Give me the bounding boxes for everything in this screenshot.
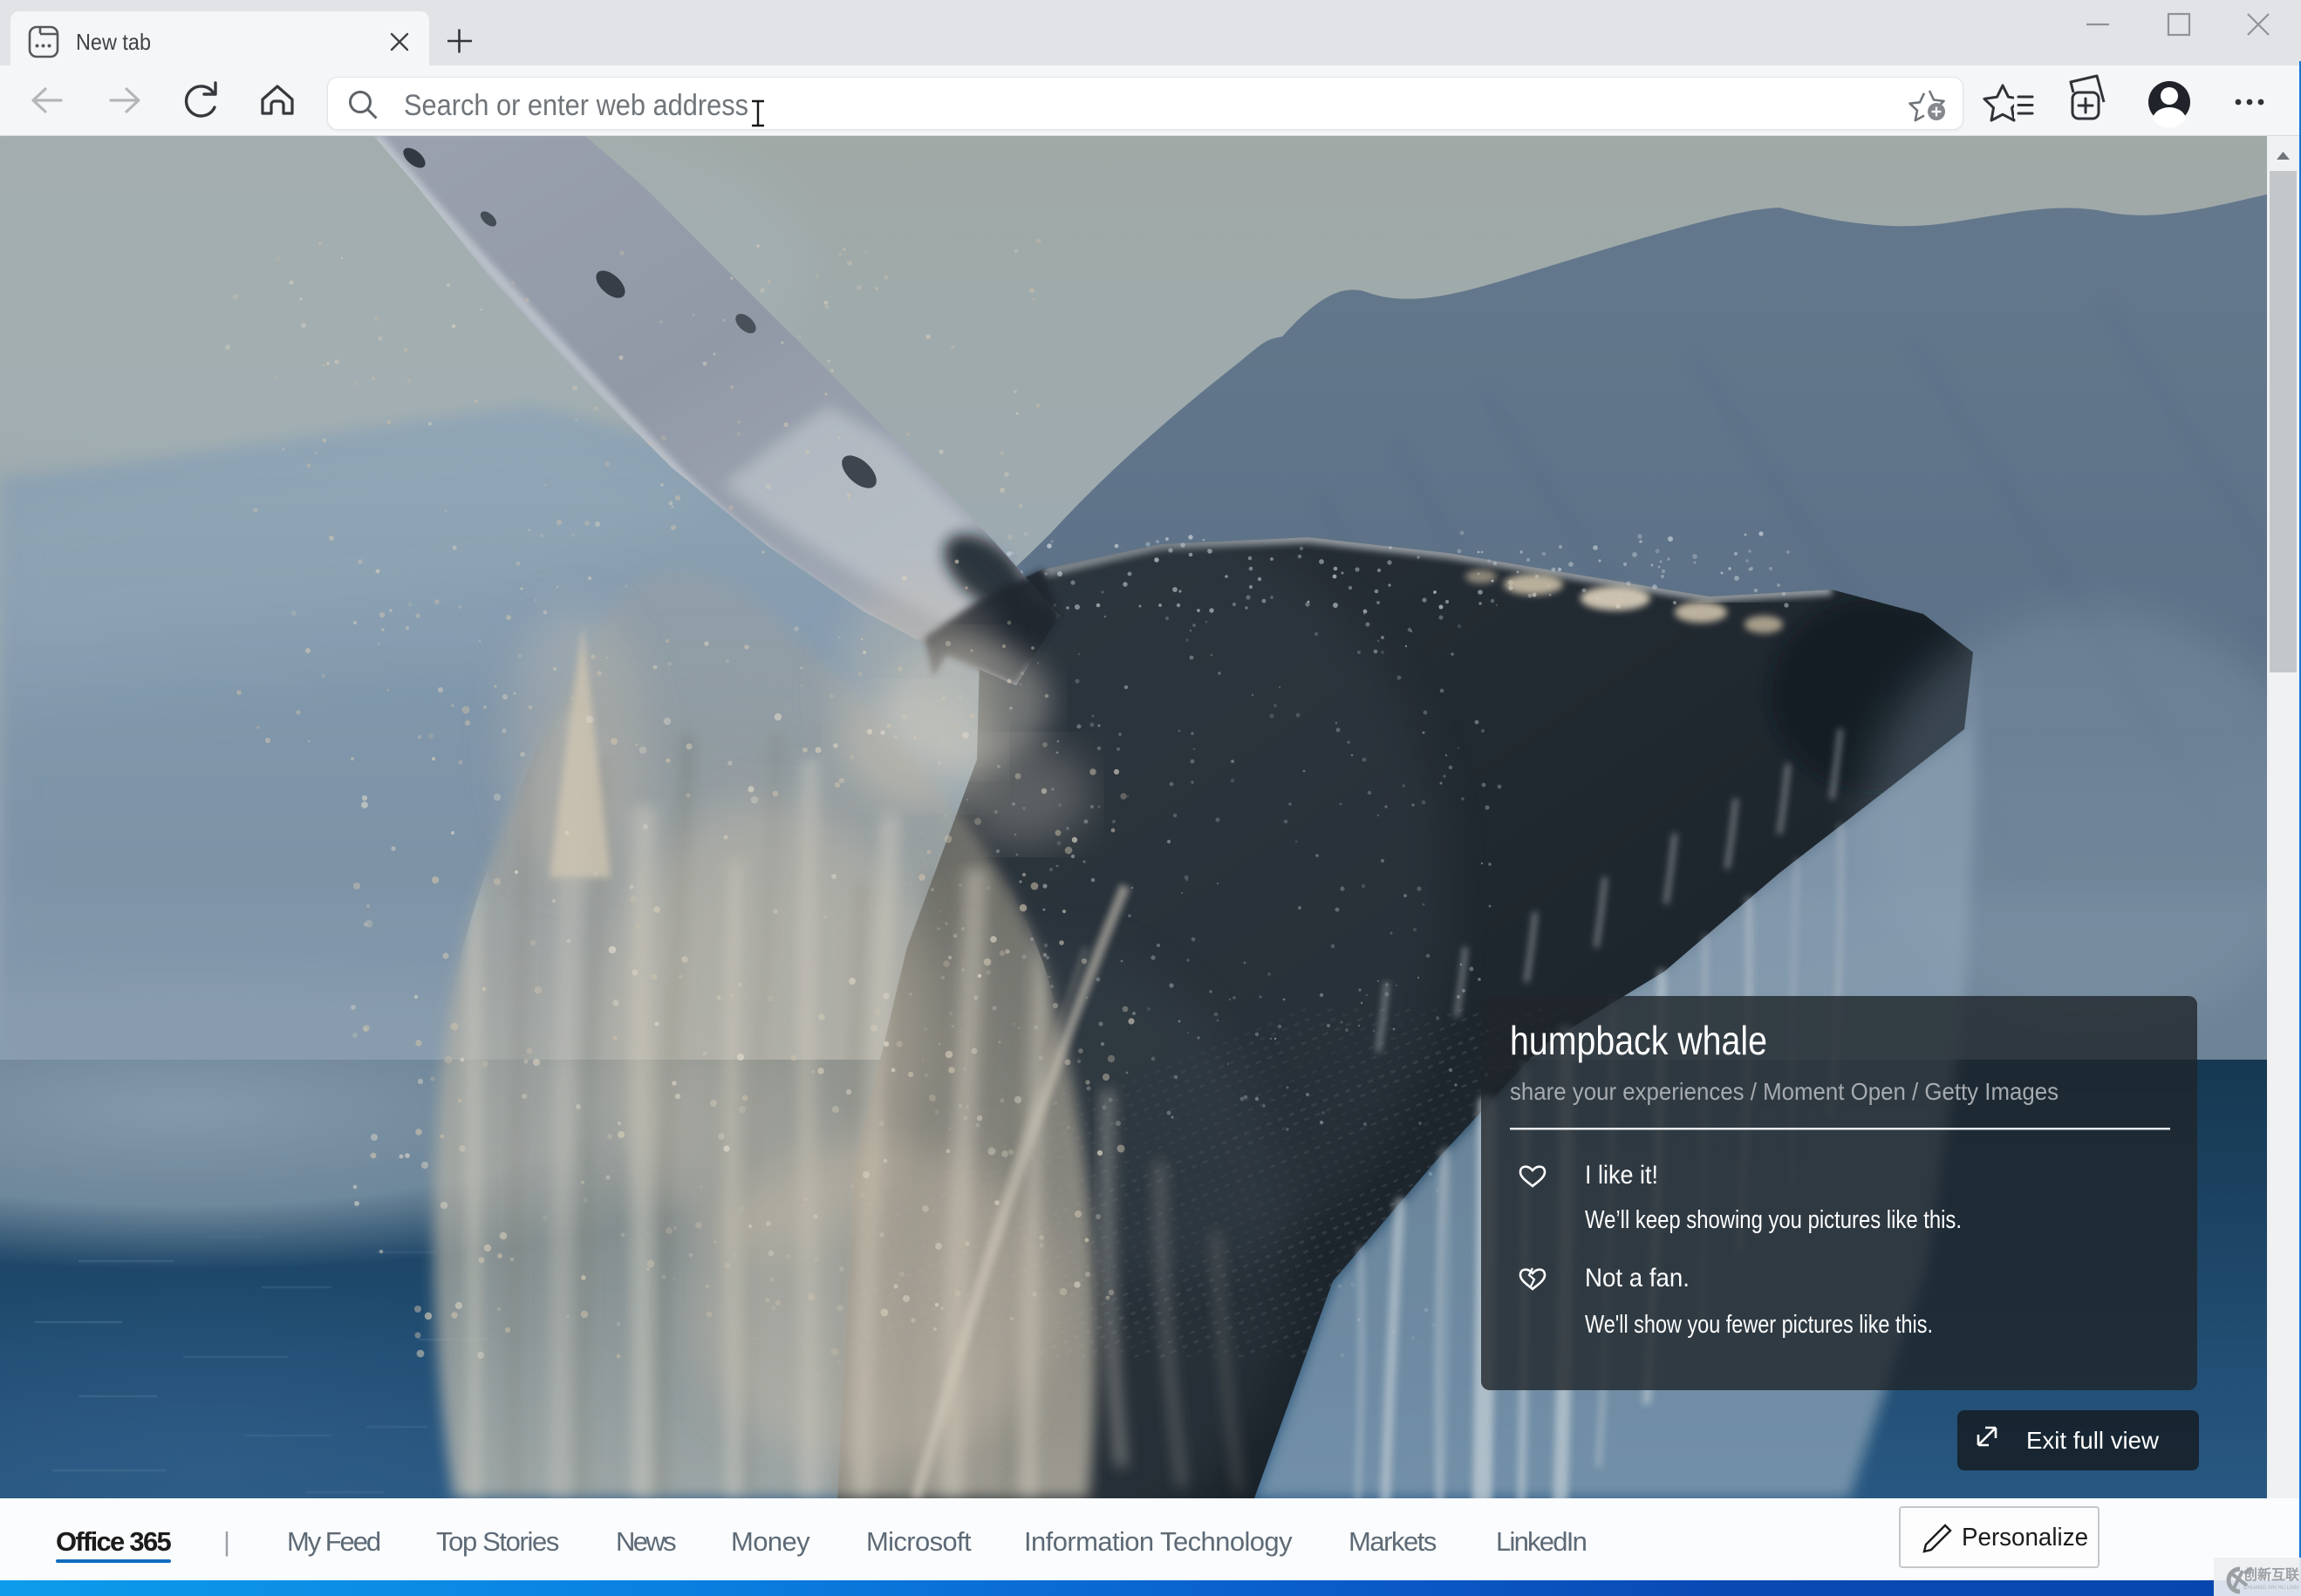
svg-text:New tab: New tab xyxy=(76,29,151,55)
svg-text:humpback whale: humpback whale xyxy=(1510,1018,1767,1063)
svg-text:share your experiences / Momen: share your experiences / Moment Open / G… xyxy=(1510,1078,2059,1105)
svg-text:Not a fan.: Not a fan. xyxy=(1585,1264,1690,1292)
svg-text:CHUANG XIN HU LIAN: CHUANG XIN HU LIAN xyxy=(2243,1586,2298,1591)
svg-text:创新互联: 创新互联 xyxy=(2243,1566,2299,1583)
svg-text:Search or enter web address: Search or enter web address xyxy=(404,89,748,122)
svg-text:We’ll keep showing you picture: We’ll keep showing you pictures like thi… xyxy=(1585,1206,1962,1234)
svg-text:Exit full view: Exit full view xyxy=(2026,1427,2160,1454)
svg-text:Personalize: Personalize xyxy=(1962,1524,2088,1552)
svg-text:I like it!: I like it! xyxy=(1585,1161,1658,1190)
svg-text:We'll show you fewer pictures: We'll show you fewer pictures like this. xyxy=(1585,1311,1933,1339)
